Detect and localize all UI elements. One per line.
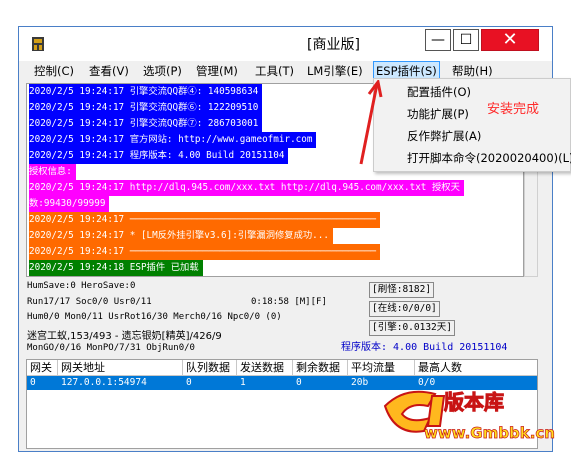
- log-line: 2020/2/5 19:24:17 引擎交流QQ群⑥: 122209510: [29, 100, 263, 116]
- log-line: 2020/2/5 19:24:17 引擎交流QQ群④: 140598634: [29, 84, 263, 100]
- cell-queue: 0: [186, 377, 192, 388]
- window-title: [商业版]: [307, 37, 360, 53]
- cell-remaining: 0: [296, 377, 302, 388]
- log-line: 2020/2/5 19:24:17 官方网站: http://www.gameo…: [29, 132, 317, 148]
- col-send-data[interactable]: 发送数据: [237, 360, 293, 376]
- col-queue-data[interactable]: 队列数据: [183, 360, 237, 376]
- run-status: Run17/17 Soc0/0 Usr0/11: [27, 297, 152, 307]
- log-line: 2020/2/5 19:24:17 ──────────────────────…: [29, 244, 381, 260]
- menu-configure-plugin[interactable]: 配置插件(O): [407, 83, 471, 101]
- log-line: 2020/2/5 19:24:17 * [LM反外挂引擎v3.6]:引擎漏洞修复…: [29, 228, 333, 244]
- menu-options[interactable]: 选项(P): [143, 61, 182, 81]
- online-count: [在线:0/0/0]: [369, 301, 440, 317]
- cell-address: 127.0.0.1:54974: [61, 377, 147, 388]
- close-button[interactable]: ✕: [481, 29, 539, 51]
- app-logo-icon: [32, 37, 44, 51]
- col-gateway-address[interactable]: 网关地址: [58, 360, 183, 376]
- menu-anticheat-extension[interactable]: 反作弊扩展(A): [407, 127, 481, 145]
- log-line: 授权信息:: [29, 164, 76, 180]
- title-bar[interactable]: [商业版] — ☐ ✕: [19, 27, 552, 61]
- log-line: 2020/2/5 19:24:17 引擎交流QQ群⑦: 286703001: [29, 116, 263, 132]
- cell-avg-traffic: 20b: [351, 377, 369, 388]
- program-version: 程序版本: 4.00 Build 20151104: [341, 342, 508, 353]
- log-line: 2020/2/5 19:24:17 http://dlq.945.com/xxx…: [29, 180, 464, 196]
- install-complete-annotation: 安装完成: [487, 102, 540, 117]
- watermark-url: www.Gmbbk.cn: [424, 424, 556, 443]
- log-line: 数:99430/99999: [29, 196, 110, 212]
- cell-gateway: 0: [30, 377, 36, 388]
- monster-status: 迷宫工蚁,153/493 - 遗忘银奶[精英]/426/9: [27, 331, 222, 342]
- menu-open-script-command[interactable]: 打开脚本命令(2020020400)(L): [407, 149, 571, 167]
- log-line: 2020/2/5 19:24:18 ESP插件 已加载: [29, 260, 203, 276]
- engine-days: [引擎:0.0132天]: [369, 320, 455, 336]
- save-status: HumSave:0 HeroSave:0: [27, 281, 136, 291]
- col-gateway[interactable]: 网关: [27, 360, 58, 376]
- cell-send: 1: [240, 377, 246, 388]
- object-status: Hum0/0 Mon0/11 UsrRot16/30 Merch0/16 Npc…: [27, 312, 282, 322]
- log-line: 2020/2/5 19:24:17 程序版本: 4.00 Build 20151…: [29, 148, 289, 164]
- menu-view[interactable]: 查看(V): [89, 61, 129, 81]
- menu-control[interactable]: 控制(C): [34, 61, 74, 81]
- minimize-button[interactable]: —: [425, 29, 451, 51]
- menu-manage[interactable]: 管理(M): [196, 61, 238, 81]
- col-remaining-data[interactable]: 剩余数据: [293, 360, 348, 376]
- log-line: 2020/2/5 19:24:17 ──────────────────────…: [29, 212, 381, 228]
- menu-tools[interactable]: 工具(T): [255, 61, 294, 81]
- col-avg-traffic[interactable]: 平均流量: [348, 360, 415, 376]
- red-arrow-icon: [359, 80, 383, 165]
- menu-lm-engine[interactable]: LM引擎(E): [307, 61, 363, 81]
- refresh-monster-count: [刷怪:8182]: [369, 282, 435, 298]
- mon-run-status: MonGO/0/16 MonPO/7/31 ObjRun0/0: [27, 343, 195, 353]
- maximize-button[interactable]: ☐: [453, 29, 479, 51]
- esp-plugin-dropdown: 配置插件(O) 功能扩展(P) 反作弊扩展(A) 打开脚本命令(20200204…: [373, 78, 571, 172]
- uptime: 0:18:58 [M][F]: [251, 297, 327, 307]
- menu-function-extension[interactable]: 功能扩展(P): [407, 105, 469, 123]
- col-max-users[interactable]: 最高人数: [415, 360, 537, 376]
- watermark-brand: 版本库: [444, 390, 505, 415]
